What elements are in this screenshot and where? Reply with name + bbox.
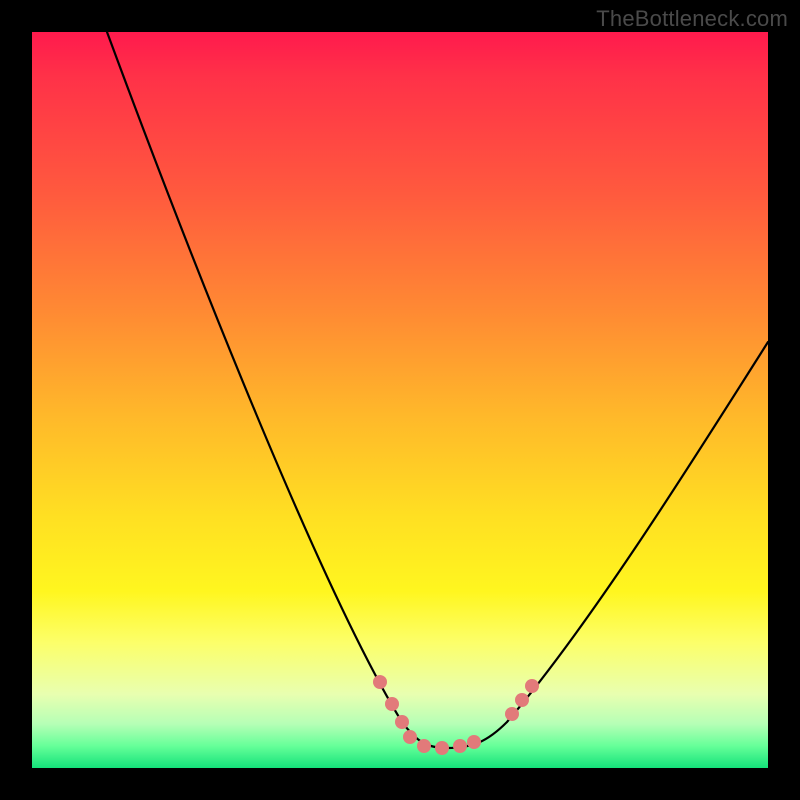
- curve-marker: [385, 697, 399, 711]
- curve-marker: [403, 730, 417, 744]
- curve-marker: [373, 675, 387, 689]
- curve-marker: [505, 707, 519, 721]
- chart-frame: TheBottleneck.com: [0, 0, 800, 800]
- curve-marker: [467, 735, 481, 749]
- curve-svg: [32, 32, 768, 768]
- curve-marker: [435, 741, 449, 755]
- bottleneck-curve: [107, 32, 768, 748]
- watermark-label: TheBottleneck.com: [596, 6, 788, 32]
- curve-marker: [515, 693, 529, 707]
- curve-marker: [395, 715, 409, 729]
- plot-area: [32, 32, 768, 768]
- curve-marker: [525, 679, 539, 693]
- curve-marker: [453, 739, 467, 753]
- curve-marker: [417, 739, 431, 753]
